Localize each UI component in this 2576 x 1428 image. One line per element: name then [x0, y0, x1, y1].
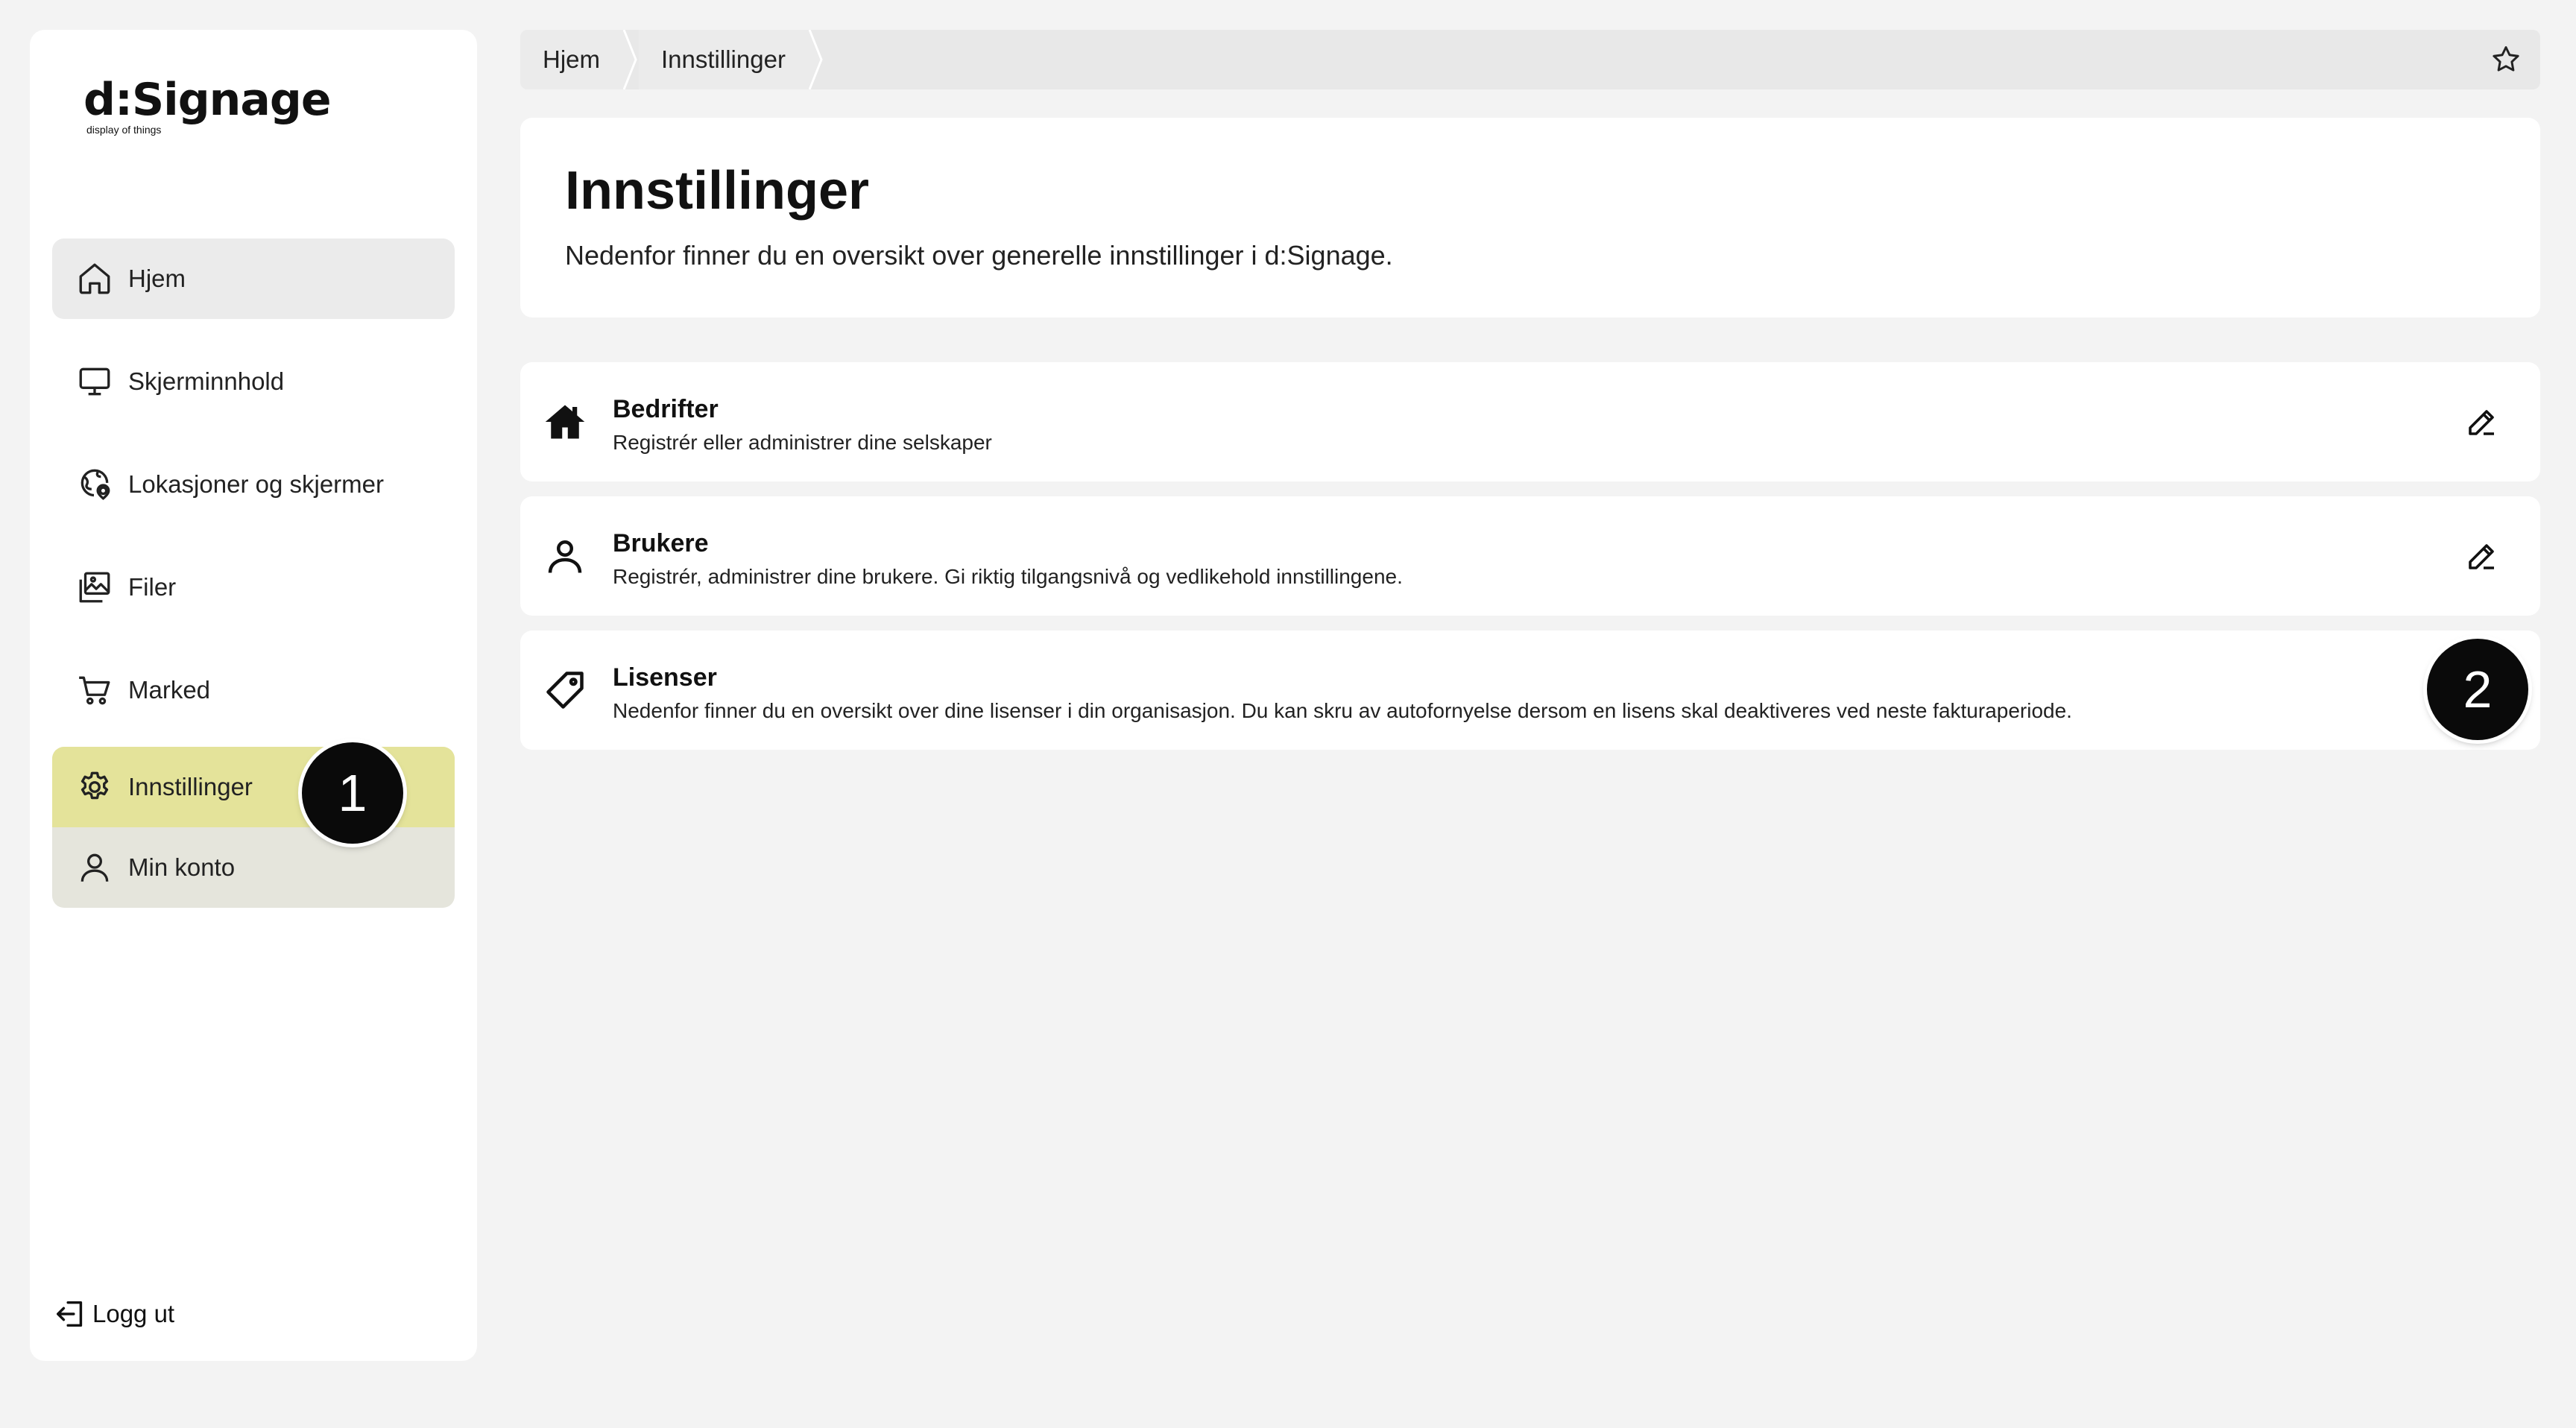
cart-icon: [79, 676, 110, 705]
step-badge-1: 1: [302, 742, 403, 844]
edit-icon[interactable]: [2464, 404, 2500, 440]
sidebar-item-label: Innstillinger: [128, 773, 253, 800]
breadcrumb-item-innstillinger[interactable]: Innstillinger: [639, 30, 808, 89]
sidebar-item-label: Marked: [128, 676, 211, 704]
house-icon: [545, 405, 585, 439]
logo[interactable]: d:Signage display of things: [83, 74, 332, 136]
edit-icon[interactable]: [2464, 538, 2500, 574]
breadcrumb-separator-icon: [622, 30, 637, 89]
star-icon[interactable]: [2490, 43, 2522, 76]
settings-card-description: Nedenfor finner du en oversikt over dine…: [613, 699, 2072, 722]
user-icon: [80, 853, 109, 882]
logo-text: d:Signage: [83, 74, 332, 126]
sidebar-item-marked[interactable]: Marked: [52, 650, 455, 730]
sidebar-item-label: Min konto: [128, 853, 236, 881]
page-title: Innstillinger: [565, 161, 870, 221]
settings-card-brukere[interactable]: Brukere Registrér, administrer dine bruk…: [520, 496, 2540, 616]
monitor-icon: [79, 367, 110, 396]
sidebar-item-min-konto[interactable]: Min konto: [52, 827, 455, 908]
settings-card-description: Registrér eller administrer dine selskap…: [613, 431, 992, 454]
sidebar-item-label: Filer: [128, 573, 177, 601]
home-icon: [79, 263, 110, 294]
location-globe-icon: [80, 469, 110, 500]
breadcrumb: Hjem Innstillinger: [520, 30, 2540, 89]
logout-label: Logg ut: [92, 1300, 175, 1327]
settings-card-title: Brukere: [613, 529, 709, 557]
sidebar-item-label: Hjem: [128, 265, 186, 292]
logout-button[interactable]: Logg ut: [54, 1297, 174, 1331]
settings-card-lisenser[interactable]: Lisenser Nedenfor finner du en oversikt …: [520, 631, 2540, 750]
sidebar-item-hjem[interactable]: Hjem: [52, 238, 455, 319]
page-header: Innstillinger Nedenfor finner du en over…: [520, 118, 2540, 317]
tag-icon: [546, 672, 584, 709]
breadcrumb-separator-icon: [807, 30, 823, 89]
sidebar-item-lokasjoner[interactable]: Lokasjoner og skjermer: [52, 444, 455, 525]
step-badge-2: 2: [2427, 639, 2528, 740]
images-icon: [79, 572, 110, 603]
gear-icon: [80, 771, 109, 800]
settings-card-description: Registrér, administrer dine brukere. Gi …: [613, 565, 1403, 588]
settings-card-bedrifter[interactable]: Bedrifter Registrér eller administrer di…: [520, 362, 2540, 481]
sidebar-item-label: Lokasjoner og skjermer: [128, 470, 384, 498]
sidebar-item-filer[interactable]: Filer: [52, 547, 455, 628]
settings-card-title: Lisenser: [613, 663, 717, 692]
logout-icon: [57, 1301, 83, 1327]
breadcrumb-item-hjem[interactable]: Hjem: [520, 30, 623, 89]
sidebar: d:Signage display of things Hjem Skjermi…: [30, 30, 477, 1361]
sidebar-item-skjerminnhold[interactable]: Skjerminnhold: [52, 341, 455, 422]
settings-card-title: Bedrifter: [613, 395, 719, 423]
page-description: Nedenfor finner du en oversikt over gene…: [565, 240, 1393, 271]
sidebar-item-label: Skjerminnhold: [128, 367, 285, 395]
user-icon: [548, 540, 582, 573]
